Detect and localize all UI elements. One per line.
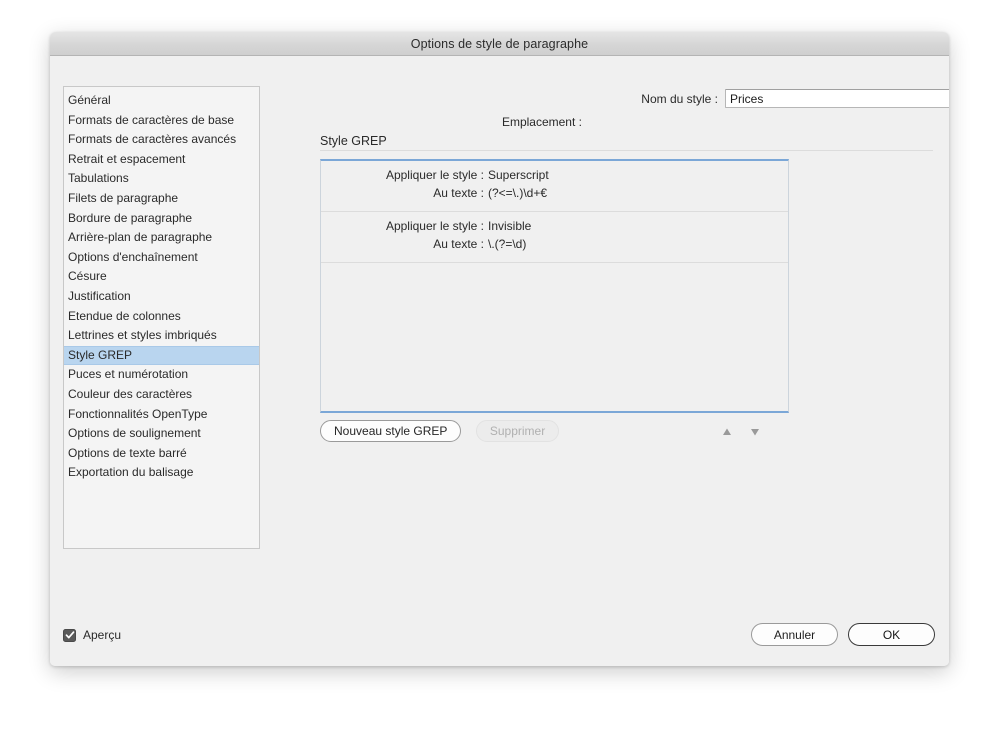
sidebar-item-span-columns[interactable]: Etendue de colonnes [64, 307, 259, 327]
apply-style-line: Appliquer le style : Superscript [321, 168, 788, 186]
category-sidebar[interactable]: Général Formats de caractères de base Fo… [63, 86, 260, 549]
sidebar-item-advanced-character-formats[interactable]: Formats de caractères avancés [64, 130, 259, 150]
triangle-up-icon[interactable] [721, 426, 733, 438]
to-text-value[interactable]: \.(?=\d) [488, 237, 526, 251]
preview-label: Aperçu [83, 628, 122, 642]
sidebar-item-opentype-features[interactable]: Fonctionnalités OpenType [64, 405, 259, 425]
sidebar-item-tabs[interactable]: Tabulations [64, 169, 259, 189]
style-name-row: Nom du style : [262, 89, 949, 108]
dialog-title: Options de style de paragraphe [410, 36, 589, 51]
sidebar-item-strikethrough-options[interactable]: Options de texte barré [64, 444, 259, 464]
to-text-line: Au texte : \.(?=\d) [321, 237, 788, 255]
style-name-label: Nom du style : [641, 91, 718, 106]
sidebar-item-basic-character-formats[interactable]: Formats de caractères de base [64, 111, 259, 131]
style-name-input[interactable] [725, 89, 949, 108]
grep-list-toolbar: Nouveau style GREP Supprimer [320, 420, 789, 444]
to-text-label: Au texte : [433, 237, 484, 251]
section-title: Style GREP [320, 134, 387, 148]
sidebar-item-justification[interactable]: Justification [64, 287, 259, 307]
preview-checkbox-row[interactable]: Aperçu [63, 628, 121, 642]
delete-grep-style-button[interactable]: Supprimer [475, 420, 560, 442]
section-divider [320, 150, 933, 151]
sidebar-item-indents-and-spacing[interactable]: Retrait et espacement [64, 150, 259, 170]
sidebar-item-export-tagging[interactable]: Exportation du balisage [64, 463, 259, 483]
to-text-value[interactable]: (?<=\.)\d+€ [488, 186, 547, 200]
sidebar-item-keep-options[interactable]: Options d'enchaînement [64, 248, 259, 268]
grep-style-list[interactable]: Appliquer le style : Superscript Au text… [320, 159, 789, 413]
grep-style-entry[interactable]: Appliquer le style : Superscript Au text… [321, 161, 788, 212]
right-panel: Nom du style : Emplacement : Style GREP … [262, 56, 949, 666]
apply-style-label: Appliquer le style : [385, 219, 484, 233]
dialog-body: Général Formats de caractères de base Fo… [50, 56, 949, 666]
to-text-label: Au texte : [433, 186, 484, 200]
reorder-controls [721, 422, 779, 442]
sidebar-item-character-color[interactable]: Couleur des caractères [64, 385, 259, 405]
cancel-button[interactable]: Annuler [751, 623, 838, 646]
grep-style-entry[interactable]: Appliquer le style : Invisible Au texte … [321, 212, 788, 263]
location-row: Emplacement : [262, 115, 582, 129]
sidebar-item-grep-style[interactable]: Style GREP [64, 345, 259, 366]
sidebar-item-paragraph-shading[interactable]: Arrière-plan de paragraphe [64, 228, 259, 248]
sidebar-item-bullets-and-numbering[interactable]: Puces et numérotation [64, 365, 259, 385]
new-grep-style-button[interactable]: Nouveau style GREP [320, 420, 462, 442]
ok-button[interactable]: OK [848, 623, 935, 646]
sidebar-item-paragraph-rules[interactable]: Filets de paragraphe [64, 189, 259, 209]
sidebar-item-underline-options[interactable]: Options de soulignement [64, 424, 259, 444]
apply-style-line: Appliquer le style : Invisible [321, 219, 788, 237]
triangle-down-icon[interactable] [749, 426, 761, 438]
to-text-line: Au texte : (?<=\.)\d+€ [321, 186, 788, 204]
apply-style-value[interactable]: Invisible [488, 219, 531, 233]
dialog-titlebar: Options de style de paragraphe [50, 32, 949, 56]
sidebar-item-drop-caps-nested-styles[interactable]: Lettrines et styles imbriqués [64, 326, 259, 346]
apply-style-value[interactable]: Superscript [488, 168, 549, 182]
sidebar-item-paragraph-border[interactable]: Bordure de paragraphe [64, 209, 259, 229]
sidebar-item-hyphenation[interactable]: Césure [64, 267, 259, 287]
paragraph-style-options-dialog: Options de style de paragraphe Général F… [50, 32, 949, 666]
preview-checkbox[interactable] [63, 628, 76, 642]
apply-style-label: Appliquer le style : [385, 168, 484, 182]
location-label: Emplacement : [501, 115, 582, 129]
dialog-action-buttons: Annuler OK [751, 623, 935, 646]
sidebar-item-general[interactable]: Général [64, 91, 259, 111]
